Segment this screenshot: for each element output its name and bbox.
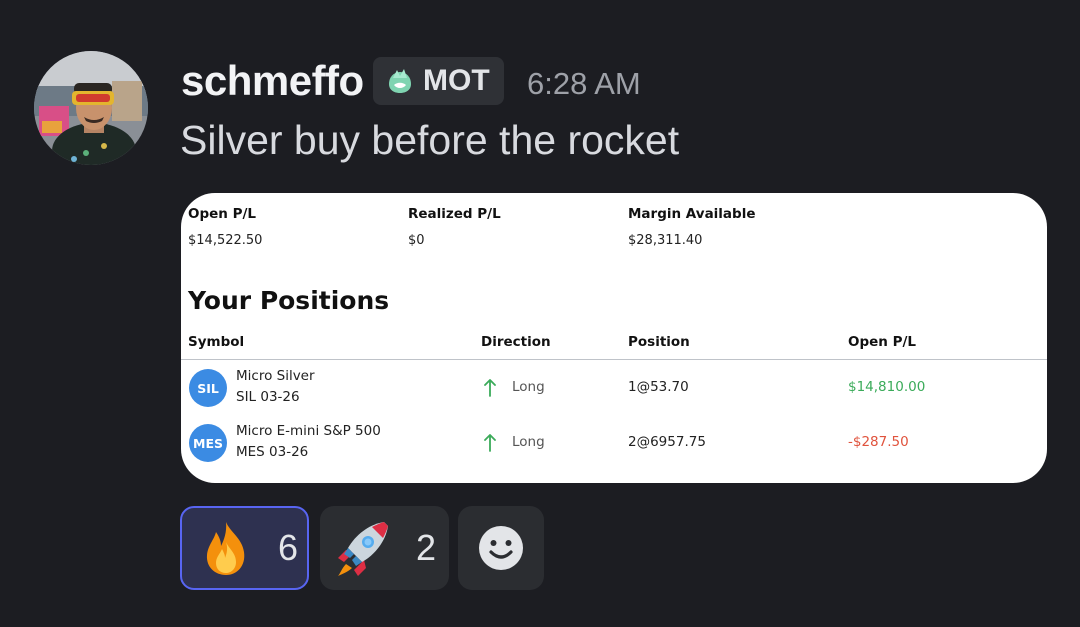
column-header-direction: Direction: [481, 334, 551, 350]
positions-title: Your Positions: [188, 286, 390, 315]
header-divider: [181, 359, 1047, 360]
column-header-position: Position: [628, 334, 690, 350]
summary-value-realized-pl: $0: [408, 233, 425, 248]
avatar[interactable]: [34, 51, 148, 165]
open-pl-text: -$287.50: [848, 434, 909, 450]
table-row: SIL Micro Silver SIL 03-26 Long 1@53.70 …: [181, 363, 1047, 413]
reaction-rocket[interactable]: 2: [320, 506, 449, 590]
symbol-code: MES 03-26: [236, 444, 309, 460]
reaction-count: 2: [416, 527, 437, 568]
username[interactable]: schmeffo: [181, 57, 364, 105]
role-tag[interactable]: MOT: [373, 57, 504, 105]
symbol-name: Micro E-mini S&P 500: [236, 423, 381, 439]
summary-label-margin: Margin Available: [628, 206, 756, 222]
avatar-image: [34, 51, 148, 165]
column-header-open-pl: Open P/L: [848, 334, 917, 350]
reaction-fire[interactable]: 6: [180, 506, 309, 590]
rocket-icon: [338, 522, 388, 576]
direction-text: Long: [512, 434, 545, 450]
arrow-up-icon: [484, 434, 496, 452]
role-tag-label: MOT: [423, 64, 490, 97]
direction-text: Long: [512, 379, 545, 395]
positions-card-image[interactable]: Open P/L $14,522.50 Realized P/L $0 Marg…: [181, 193, 1047, 483]
summary-label-realized-pl: Realized P/L: [408, 206, 501, 222]
summary-label-open-pl: Open P/L: [188, 206, 257, 222]
summary-value-open-pl: $14,522.50: [188, 233, 263, 248]
table-row: MES Micro E-mini S&P 500 MES 03-26 Long …: [181, 418, 1047, 468]
symbol-badge: MES: [189, 424, 227, 462]
position-text: 1@53.70: [628, 379, 689, 395]
discord-message-view: schmeffo MOT 6:28 AM Silver buy before t…: [0, 0, 1080, 627]
open-pl-text: $14,810.00: [848, 379, 926, 395]
arrow-up-icon: [484, 379, 496, 397]
leaf-icon: [389, 69, 411, 93]
summary-value-margin: $28,311.40: [628, 233, 703, 248]
reaction-count: 6: [278, 527, 299, 568]
symbol-code: SIL 03-26: [236, 389, 300, 405]
message-text: Silver buy before the rocket: [180, 117, 680, 163]
timestamp[interactable]: 6:28 AM: [527, 66, 641, 102]
add-reaction-button[interactable]: [458, 506, 544, 590]
fire-icon: [206, 522, 245, 575]
symbol-badge: SIL: [189, 369, 227, 407]
add-reaction-icon: [479, 526, 523, 570]
symbol-name: Micro Silver: [236, 368, 315, 384]
position-text: 2@6957.75: [628, 434, 706, 450]
column-header-symbol: Symbol: [188, 334, 245, 350]
